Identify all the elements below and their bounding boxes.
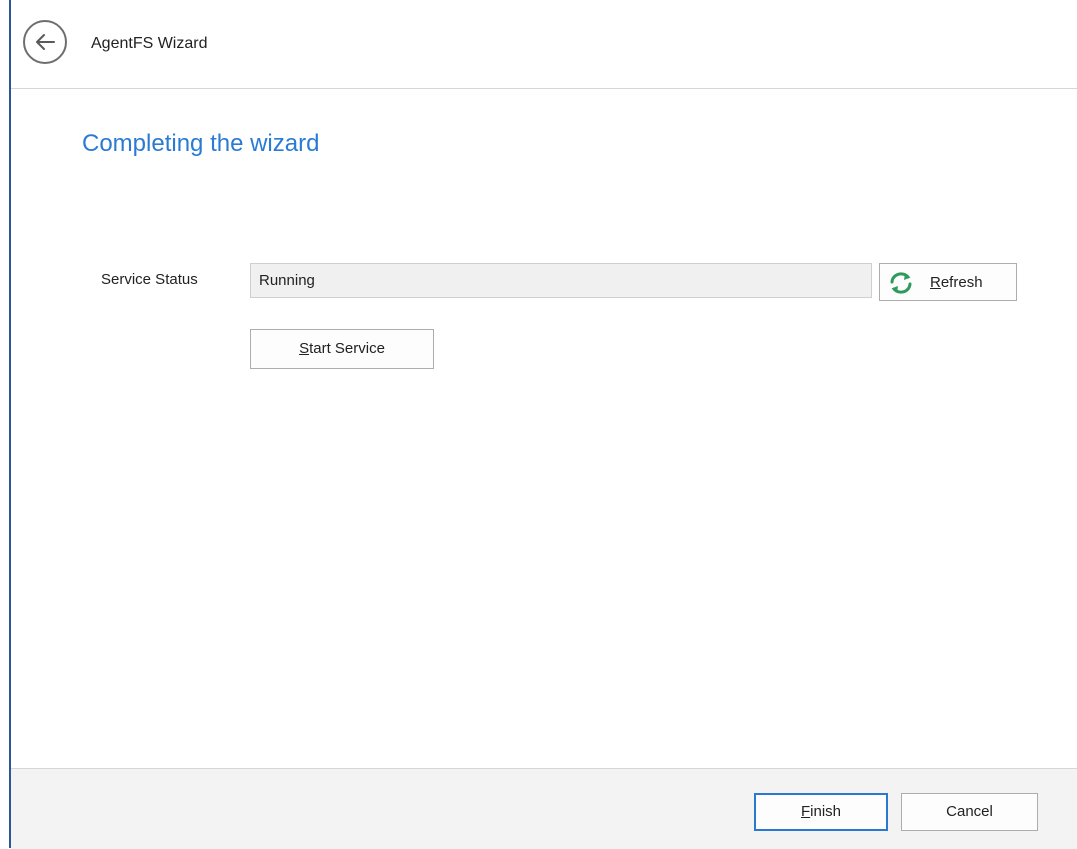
back-button[interactable] (23, 20, 67, 64)
refresh-button[interactable]: Refresh (879, 263, 1017, 301)
wizard-title: AgentFS Wizard (91, 35, 208, 52)
wizard-header: AgentFS Wizard (11, 0, 1077, 89)
service-status-label: Service Status (101, 271, 198, 288)
page-title: Completing the wizard (82, 130, 320, 157)
finish-button[interactable]: Finish (754, 793, 888, 831)
wizard-window: AgentFS Wizard Completing the wizard Ser… (0, 0, 1077, 849)
refresh-button-label: Refresh (930, 274, 983, 291)
service-status-field: Running (250, 263, 872, 298)
window-left-edge (9, 0, 11, 848)
back-arrow-icon (36, 34, 55, 50)
refresh-icon (890, 272, 912, 294)
cancel-button[interactable]: Cancel (901, 793, 1038, 831)
start-service-label: Start Service (299, 340, 385, 357)
start-service-button[interactable]: Start Service (250, 329, 434, 369)
finish-button-label: Finish (800, 803, 842, 820)
